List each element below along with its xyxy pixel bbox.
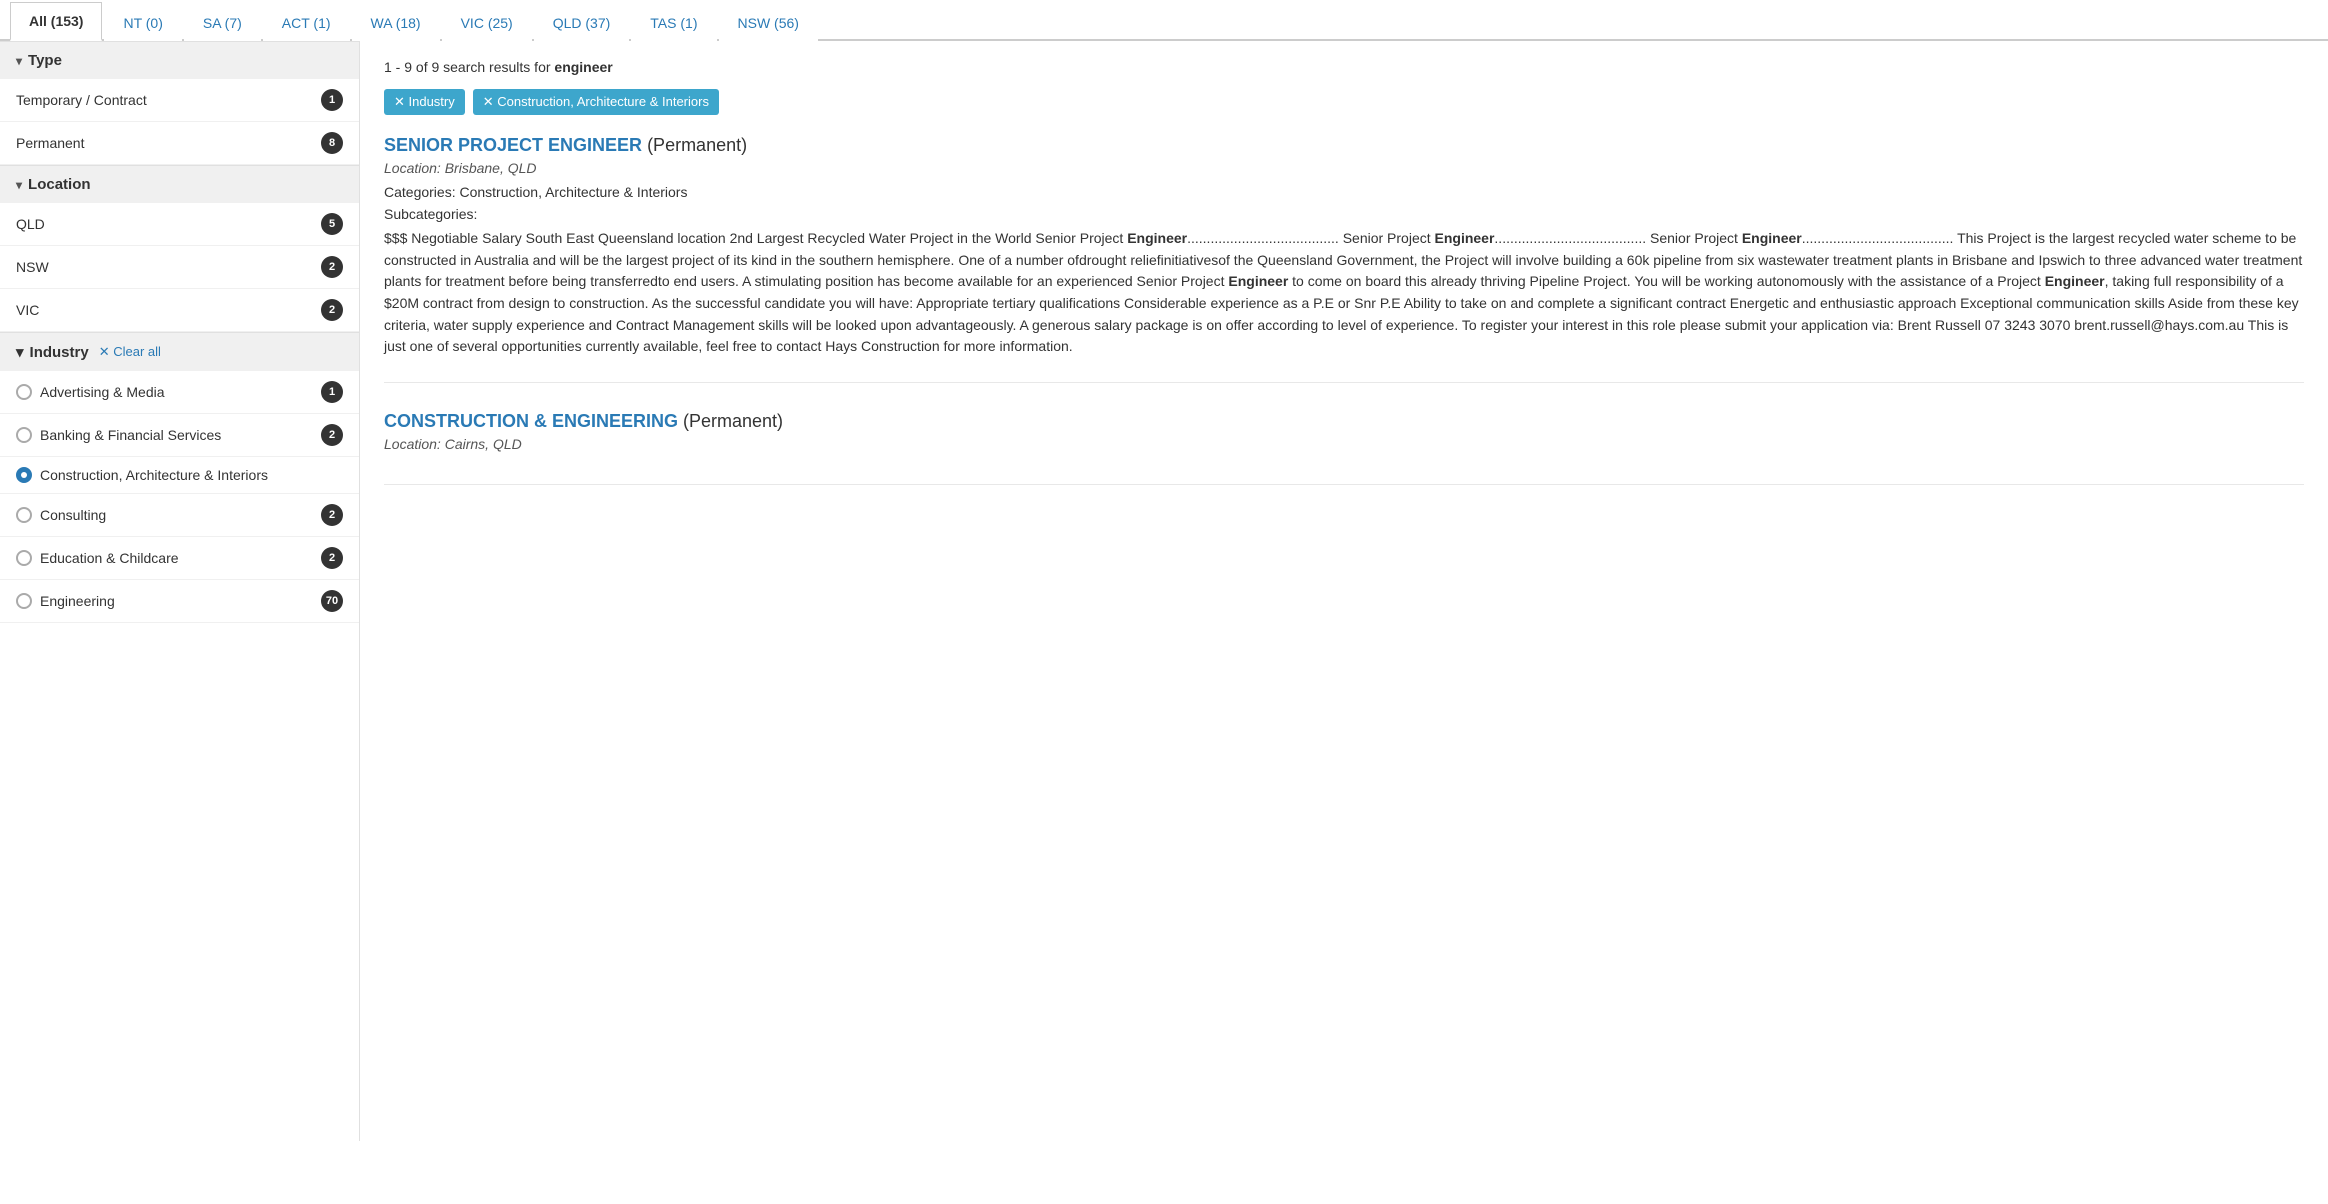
radio-icon [16, 384, 32, 400]
results-prefix: 1 - 9 of 9 search results for [384, 59, 554, 75]
sidebar-industry-item[interactable]: Consulting 2 [0, 494, 359, 537]
sidebar-type-badge: 8 [321, 132, 343, 154]
tab-all[interactable]: All (153) [10, 2, 102, 41]
sidebar-location-item[interactable]: QLD 5 [0, 203, 359, 246]
job-description-1: $$$ Negotiable Salary South East Queensl… [384, 228, 2304, 358]
radio-icon [16, 467, 32, 483]
sidebar-industry-label: Advertising & Media [16, 384, 165, 400]
results-summary: 1 - 9 of 9 search results for engineer [384, 59, 2304, 75]
job-location-2: Location: Cairns, QLD [384, 436, 2304, 452]
tabs-bar: All (153)NT (0)SA (7)ACT (1)WA (18)VIC (… [0, 0, 2328, 41]
sidebar-industry-label: Engineering [16, 593, 115, 609]
sidebar-industry-label: Education & Childcare [16, 550, 179, 566]
tab-nsw[interactable]: NSW (56) [719, 4, 818, 41]
industry-header-label: Industry [30, 344, 89, 361]
location-header-label: Location [28, 176, 91, 193]
sidebar-industry-item[interactable]: Banking & Financial Services 2 [0, 414, 359, 457]
type-header-label: Type [28, 52, 62, 69]
job-title-text-2: CONSTRUCTION & ENGINEERING [384, 411, 683, 431]
job-listing-1: SENIOR PROJECT ENGINEER (Permanent) Loca… [384, 135, 2304, 383]
content-area: 1 - 9 of 9 search results for engineer ✕… [360, 41, 2328, 1141]
results-query: engineer [554, 59, 612, 75]
industry-chevron-icon: ▾ [16, 343, 24, 361]
job-title-text-1: SENIOR PROJECT ENGINEER [384, 135, 647, 155]
tab-tas[interactable]: TAS (1) [631, 4, 716, 41]
location-chevron-icon: ▾ [16, 178, 22, 192]
sidebar-industry-label: Construction, Architecture & Interiors [16, 467, 268, 483]
sidebar-location-item[interactable]: NSW 2 [0, 246, 359, 289]
type-chevron-icon: ▾ [16, 54, 22, 68]
sidebar-location-badge: 2 [321, 299, 343, 321]
tab-act[interactable]: ACT (1) [263, 4, 350, 41]
type-section-header[interactable]: ▾ Type [0, 41, 359, 79]
sidebar-type-item[interactable]: Temporary / Contract 1 [0, 79, 359, 122]
radio-icon [16, 507, 32, 523]
job-title-1[interactable]: SENIOR PROJECT ENGINEER (Permanent) [384, 135, 2304, 156]
radio-icon [16, 427, 32, 443]
job-listing-2: CONSTRUCTION & ENGINEERING (Permanent) L… [384, 411, 2304, 485]
tab-nt[interactable]: NT (0) [104, 4, 181, 41]
sidebar-industry-badge: 2 [321, 504, 343, 526]
job-subcategories-1: Subcategories: [384, 206, 2304, 222]
sidebar-industry-label: Banking & Financial Services [16, 427, 221, 443]
job-categories-1: Categories: Construction, Architecture &… [384, 184, 2304, 200]
sidebar-industry-badge: 1 [321, 381, 343, 403]
sidebar-type-label: Permanent [16, 135, 84, 151]
sidebar-industry-item[interactable]: Engineering 70 [0, 580, 359, 623]
sidebar-type-item[interactable]: Permanent 8 [0, 122, 359, 165]
job-location-1: Location: Brisbane, QLD [384, 160, 2304, 176]
industry-section-header: ▾ Industry ✕ Clear all [0, 332, 359, 371]
sidebar-type-label: Temporary / Contract [16, 92, 147, 108]
sidebar-location-item[interactable]: VIC 2 [0, 289, 359, 332]
radio-icon [16, 550, 32, 566]
tab-qld[interactable]: QLD (37) [534, 4, 630, 41]
tab-sa[interactable]: SA (7) [184, 4, 261, 41]
tab-vic[interactable]: VIC (25) [442, 4, 532, 41]
job-type-1: (Permanent) [647, 135, 747, 155]
location-section-header[interactable]: ▾ Location [0, 165, 359, 203]
sidebar-industry-item[interactable]: Advertising & Media 1 [0, 371, 359, 414]
sidebar-industry-item[interactable]: Construction, Architecture & Interiors [0, 457, 359, 494]
sidebar: ▾ Type Temporary / Contract 1 Permanent … [0, 41, 360, 1141]
sidebar-industry-label: Consulting [16, 507, 106, 523]
sidebar-industry-badge: 2 [321, 547, 343, 569]
sidebar-industry-item[interactable]: Education & Childcare 2 [0, 537, 359, 580]
radio-icon [16, 593, 32, 609]
main-layout: ▾ Type Temporary / Contract 1 Permanent … [0, 41, 2328, 1141]
clear-all-link[interactable]: ✕ Clear all [99, 344, 161, 360]
job-type-2: (Permanent) [683, 411, 783, 431]
tab-wa[interactable]: WA (18) [352, 4, 440, 41]
sidebar-location-badge: 5 [321, 213, 343, 235]
sidebar-type-badge: 1 [321, 89, 343, 111]
sidebar-location-label: VIC [16, 302, 39, 318]
sidebar-location-label: NSW [16, 259, 49, 275]
filter-tags-container: ✕ Industry ✕ Construction, Architecture &… [384, 89, 2304, 115]
sidebar-industry-badge: 70 [321, 590, 343, 612]
sidebar-location-badge: 2 [321, 256, 343, 278]
industry-tag[interactable]: ✕ Industry [384, 89, 465, 115]
sidebar-location-label: QLD [16, 216, 45, 232]
job-title-2[interactable]: CONSTRUCTION & ENGINEERING (Permanent) [384, 411, 2304, 432]
sidebar-industry-badge: 2 [321, 424, 343, 446]
construction-tag[interactable]: ✕ Construction, Architecture & Interiors [473, 89, 719, 115]
